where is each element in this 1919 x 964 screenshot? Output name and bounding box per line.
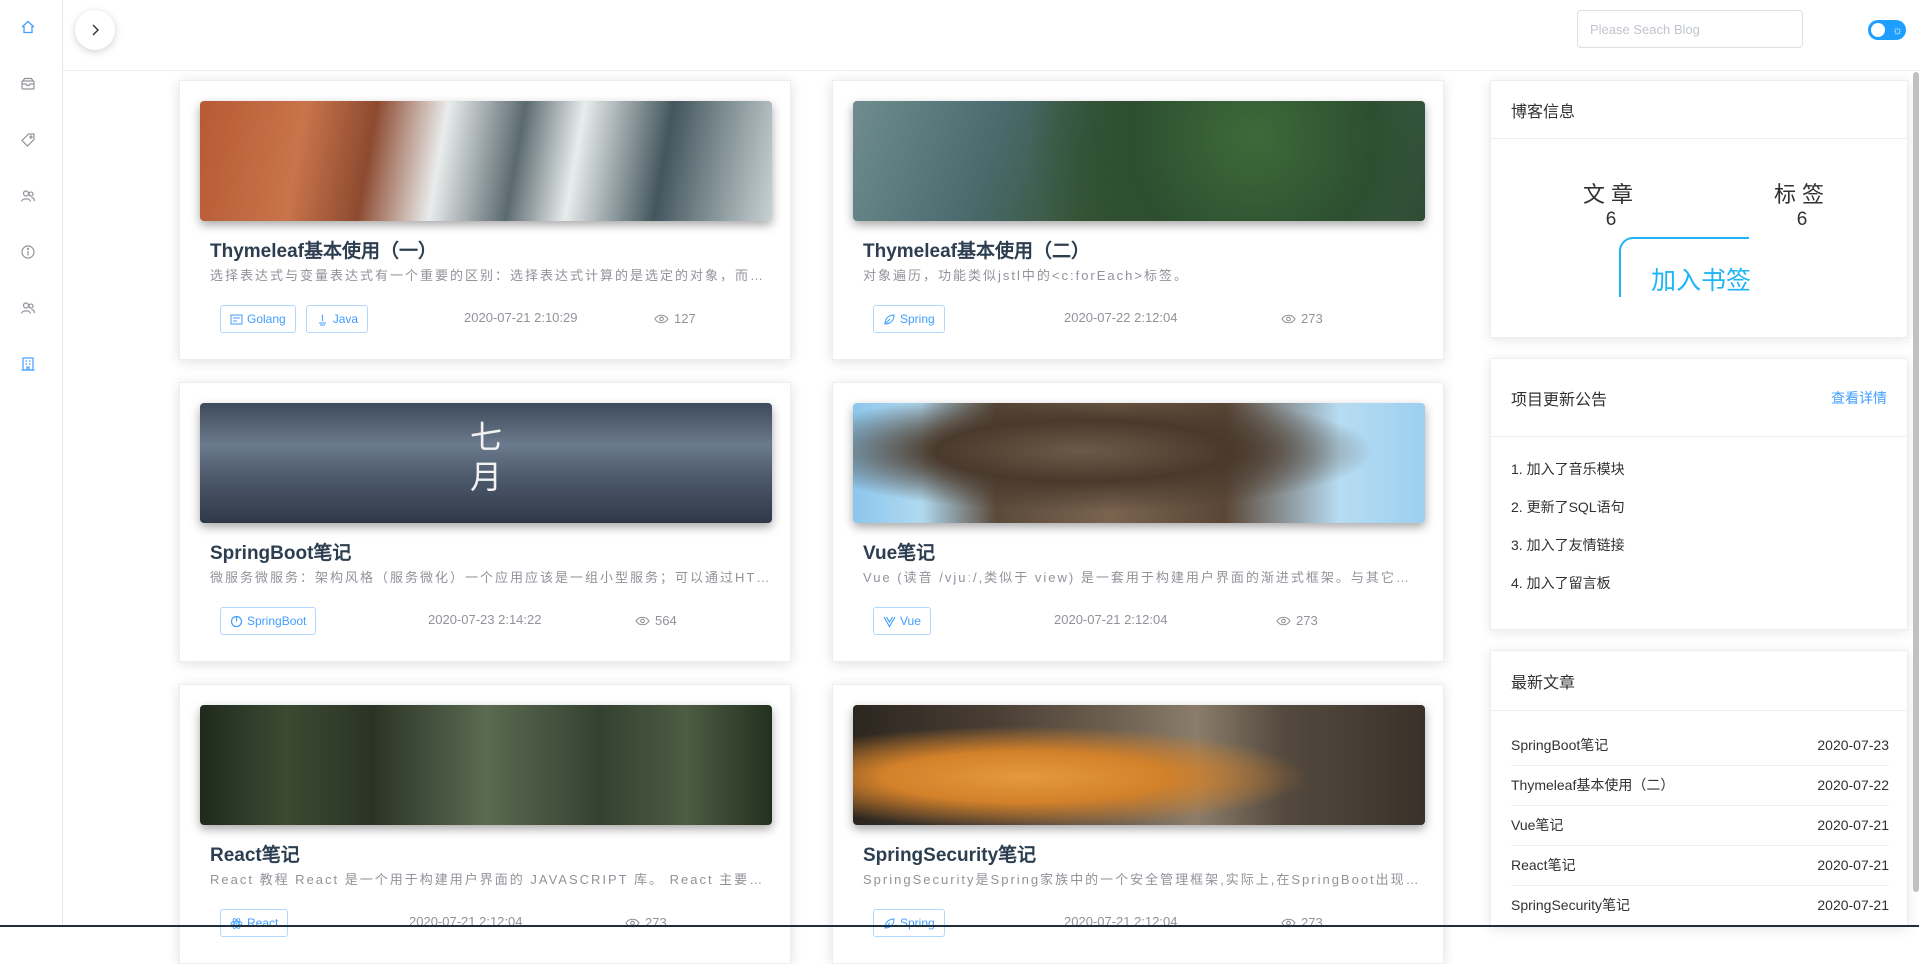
cover-caption: 七 月 (470, 418, 503, 496)
article-title[interactable]: Thymeleaf基本使用（一） (210, 236, 437, 263)
eye-icon (1276, 616, 1291, 625)
sun-icon: ☼ (1892, 23, 1903, 37)
article-views: 273 (1281, 311, 1323, 326)
article-views: 273 (1276, 613, 1318, 628)
tag-vue[interactable]: Vue (873, 607, 931, 635)
article-title[interactable]: Thymeleaf基本使用（二） (863, 236, 1090, 263)
eye-icon (654, 314, 669, 323)
springboot-icon (230, 615, 243, 627)
golang-icon (230, 314, 243, 324)
tag-spring[interactable]: Spring (873, 909, 945, 937)
article-views: 273 (625, 915, 667, 930)
users-icon[interactable] (19, 187, 37, 205)
article-card[interactable]: Vue笔记 Vue (读音 /vjuː/,类似于 view) 是一套用于构建用户… (832, 382, 1444, 662)
notice-item: 2. 更新了SQL语句 (1511, 499, 1625, 515)
update-notice-panel: 项目更新公告 查看详情 1. 加入了音乐模块 2. 更新了SQL语句 3. 加入… (1490, 358, 1908, 630)
tag-springboot[interactable]: SpringBoot (220, 607, 317, 635)
article-summary: Vue (读音 /vjuː/,类似于 view) 是一套用于构建用户界面的渐进式… (863, 570, 1423, 585)
tag-java[interactable]: Java (305, 305, 369, 333)
article-cover-image[interactable] (853, 101, 1425, 221)
article-views: 273 (1281, 915, 1323, 930)
chevron-right-icon (92, 24, 99, 36)
article-summary: 对象遍历，功能类似jstl中的<c:forEach>标签。 (863, 268, 1189, 283)
article-views: 564 (635, 613, 677, 628)
article-title[interactable]: Vue笔记 (863, 538, 935, 565)
article-views: 127 (654, 311, 696, 326)
archive-icon[interactable] (19, 75, 37, 93)
article-card[interactable]: Thymeleaf基本使用（二） 对象遍历，功能类似jstl中的<c:forEa… (832, 80, 1444, 360)
friends-icon[interactable] (19, 299, 37, 317)
article-summary: 选择表达式与变量表达式有一个重要的区别：选择表达式计算的是选定的对象，而不是整个… (210, 268, 770, 283)
top-bar: ☼ (63, 0, 1919, 71)
article-count: 文章 6 (1582, 182, 1639, 230)
building-icon[interactable] (19, 355, 37, 373)
latest-articles-panel: 最新文章 SpringBoot笔记 2020-07-23 Thymeleaf基本使… (1490, 650, 1908, 927)
spring-icon (884, 313, 895, 325)
view-details-link[interactable]: 查看详情 (1831, 388, 1887, 408)
search-input[interactable] (1577, 10, 1803, 48)
article-card[interactable]: 七 月 SpringBoot笔记 微服务微服务：架构风格（服务微化）一个应用应该… (179, 382, 791, 662)
latest-article-item[interactable]: SpringBoot笔记 2020-07-23 (1511, 725, 1889, 766)
article-cover-image[interactable]: 七 月 (200, 403, 772, 523)
tag-spring[interactable]: Spring (873, 305, 945, 333)
latest-article-item[interactable]: React笔记 2020-07-21 (1511, 845, 1889, 886)
add-bookmark-button[interactable]: 加入书签 (1619, 237, 1751, 297)
article-card[interactable]: SpringSecurity笔记 SpringSecurity是Spring家族… (832, 684, 1444, 964)
vue-icon (883, 616, 896, 628)
tag-react[interactable]: React (220, 909, 289, 937)
blog-info-panel: 博客信息 文章 6 标签 6 加入书签 (1490, 80, 1908, 338)
theme-toggle[interactable]: ☼ (1868, 20, 1906, 40)
home-icon[interactable] (19, 18, 37, 36)
panel-title: 最新文章 (1511, 674, 1576, 692)
article-date: 2020-07-21 2:10:29 (464, 310, 578, 325)
notice-item: 4. 加入了留言板 (1511, 575, 1611, 591)
article-title[interactable]: SpringSecurity笔记 (863, 840, 1036, 867)
tag-count: 标签 6 (1773, 182, 1830, 230)
sidebar-toggle-button[interactable] (75, 10, 115, 50)
article-summary: React 教程 React 是一个用于构建用户界面的 JAVASCRIPT 库… (210, 872, 770, 887)
panel-title: 项目更新公告 (1511, 391, 1608, 409)
article-card[interactable]: React笔记 React 教程 React 是一个用于构建用户界面的 JAVA… (179, 684, 791, 964)
article-cover-image[interactable] (853, 705, 1425, 825)
article-summary: 微服务微服务：架构风格（服务微化）一个应用应该是一组小型服务；可以通过HTTP的… (210, 570, 770, 585)
article-card[interactable]: Thymeleaf基本使用（一） 选择表达式与变量表达式有一个重要的区别：选择表… (179, 80, 791, 360)
latest-article-item[interactable]: Vue笔记 2020-07-21 (1511, 805, 1889, 846)
info-icon[interactable] (19, 243, 37, 261)
article-cover-image[interactable] (200, 101, 772, 221)
notice-item: 3. 加入了友情链接 (1511, 537, 1625, 553)
react-icon (230, 917, 243, 929)
eye-icon (635, 616, 650, 625)
article-date: 2020-07-23 2:14:22 (428, 612, 542, 627)
tag-icon[interactable] (19, 131, 37, 149)
article-summary: SpringSecurity是Spring家族中的一个安全管理框架,实际上,在S… (863, 872, 1423, 887)
page-scrollbar[interactable] (1913, 72, 1919, 892)
latest-article-item[interactable]: SpringSecurity笔记 2020-07-21 (1511, 885, 1889, 926)
left-sidebar (0, 0, 63, 927)
article-title[interactable]: SpringBoot笔记 (210, 538, 351, 565)
notice-item: 1. 加入了音乐模块 (1511, 461, 1625, 477)
panel-title: 博客信息 (1511, 103, 1576, 121)
spring-icon (884, 917, 895, 929)
latest-article-item[interactable]: Thymeleaf基本使用（二） 2020-07-22 (1511, 765, 1889, 806)
article-cover-image[interactable] (200, 705, 772, 825)
eye-icon (1281, 314, 1296, 323)
java-icon (318, 314, 326, 325)
article-cover-image[interactable] (853, 403, 1425, 523)
article-date: 2020-07-21 2:12:04 (1054, 612, 1168, 627)
tag-golang[interactable]: Golang (220, 305, 296, 333)
article-date: 2020-07-22 2:12:04 (1064, 310, 1178, 325)
article-title[interactable]: React笔记 (210, 840, 300, 867)
